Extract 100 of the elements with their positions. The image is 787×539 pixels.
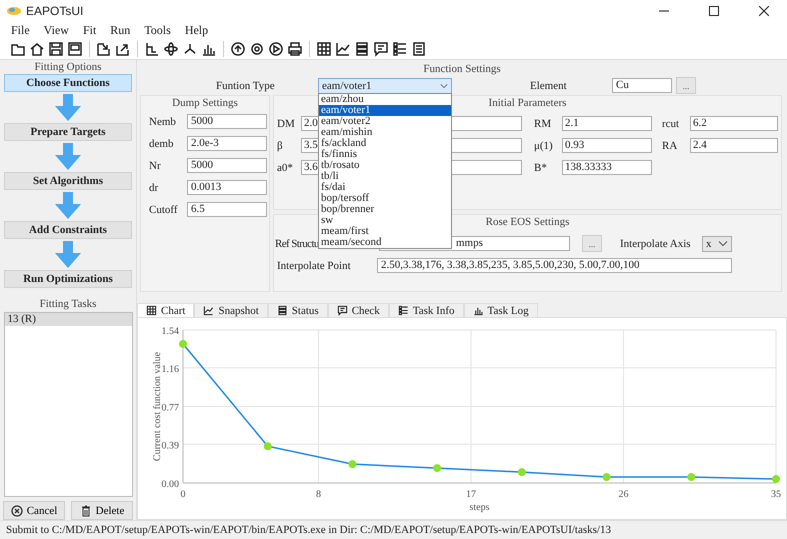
circle-x-icon — [10, 504, 23, 516]
input-field[interactable]: 2.50,3.38,176, 3.38,3.85,235, 3.85,5.00,230, 5.00,7.00,100 — [377, 258, 732, 273]
tab[interactable]: Task Log — [464, 303, 538, 317]
comment-icon[interactable] — [373, 40, 389, 56]
dropdown-option[interactable]: tb/rosato — [319, 160, 451, 171]
menu-item[interactable]: Help — [178, 22, 216, 38]
input-field[interactable]: 6.5 — [187, 202, 267, 217]
step-button[interactable]: Add Constraints — [4, 221, 132, 239]
step-button[interactable]: Choose Functions — [4, 74, 132, 92]
x-axis-title: steps — [470, 502, 490, 513]
input-field[interactable]: 5000 — [187, 158, 267, 173]
data-point — [348, 460, 356, 468]
step-button[interactable]: Prepare Targets — [4, 123, 132, 141]
field-label: Ref Structu — [275, 238, 319, 250]
dropdown-option[interactable]: fs/ackland — [319, 138, 451, 149]
line-chart-icon — [203, 305, 214, 316]
input-field[interactable]: 2.0e-3 — [187, 136, 267, 151]
dropdown-option[interactable]: eam/zhou — [319, 94, 451, 105]
group-title: Dump Settings — [172, 96, 238, 110]
axis-icon[interactable] — [144, 40, 160, 56]
data-point — [433, 464, 442, 472]
y-axis-title: Current cost function value — [152, 352, 163, 462]
list-icon — [398, 305, 409, 316]
input-field[interactable]: 0.93 — [562, 138, 652, 153]
data-point — [602, 473, 611, 482]
grid-icon[interactable] — [316, 40, 332, 56]
input-field[interactable]: 6.2 — [690, 116, 778, 131]
group-title: Rose EOS Settings — [486, 215, 570, 229]
field-label: Element — [530, 80, 568, 92]
field-label: rcut — [661, 118, 680, 130]
grid-icon — [146, 305, 157, 316]
cancel-button[interactable]: Cancel — [3, 501, 65, 520]
close-icon[interactable] — [759, 6, 769, 16]
atom-icon[interactable] — [163, 40, 179, 56]
dropdown-option[interactable]: tb/li — [319, 171, 451, 182]
field-label: DM — [277, 118, 296, 130]
browse-button[interactable]: ... — [676, 77, 696, 94]
task-item[interactable]: 13 (R) — [4, 313, 132, 326]
input-field[interactable]: 5000 — [187, 114, 267, 129]
input-field[interactable]: 0.0013 — [187, 180, 267, 195]
x-tick-label: 0 — [180, 489, 186, 500]
element-field[interactable]: Cu — [612, 78, 672, 93]
menu-item[interactable]: Run — [103, 22, 138, 38]
tab[interactable]: Snapshot — [194, 303, 268, 317]
y-tick-label: 1.54 — [162, 326, 179, 337]
list-block-icon[interactable] — [354, 40, 370, 56]
save-icon[interactable] — [48, 40, 64, 56]
down-arrow-icon — [55, 94, 81, 121]
axis-dropdown[interactable]: x — [702, 236, 732, 252]
menu-item[interactable]: View — [36, 22, 76, 38]
field-label: Interpolate Axis — [620, 238, 692, 250]
tab[interactable]: Status — [268, 303, 328, 317]
browse-button[interactable]: ... — [582, 235, 602, 252]
maximize-icon[interactable] — [709, 6, 719, 16]
dropdown-option[interactable]: eam/voter2 — [319, 116, 451, 127]
document-icon[interactable] — [411, 40, 427, 56]
field-label: Nemb — [149, 116, 177, 128]
step-button[interactable]: Run Optimizations — [4, 270, 132, 288]
dropdown-option[interactable]: bop/brenner — [319, 204, 451, 215]
input-field[interactable]: 138.33333 — [562, 160, 652, 175]
home-icon[interactable] — [29, 40, 45, 56]
field-label: β — [277, 140, 284, 152]
input-field[interactable]: 2.1 — [562, 116, 652, 131]
input-field[interactable]: 2.4 — [690, 138, 778, 153]
step-button[interactable]: Set Algorithms — [4, 172, 132, 190]
data-point — [772, 475, 780, 484]
menu-item[interactable]: Tools — [137, 22, 178, 38]
x-tick-label: 8 — [316, 489, 322, 500]
field-label: Nr — [149, 160, 162, 172]
field-label: Funtion Type — [216, 80, 276, 92]
down-arrow-icon — [55, 192, 81, 219]
dropdown-option[interactable]: fs/dai — [319, 182, 451, 193]
dropdown-option[interactable]: eam/voter1 — [319, 105, 451, 116]
caret-icon — [718, 240, 728, 247]
import-icon[interactable] — [96, 40, 112, 56]
play-icon[interactable] — [268, 40, 284, 56]
menu-item[interactable]: File — [4, 22, 37, 38]
dropdown-option[interactable]: bop/tersoff — [319, 193, 451, 204]
field-label: dr — [149, 182, 160, 194]
dropdown-option[interactable]: eam/mishin — [319, 127, 451, 138]
menu-item[interactable]: Fit — [76, 22, 104, 38]
down-arrow-icon — [55, 241, 81, 268]
data-point — [687, 473, 696, 482]
tab[interactable]: Task Info — [388, 303, 464, 317]
tab[interactable]: Check — [328, 303, 389, 317]
delete-button[interactable]: Delete — [71, 501, 133, 520]
dropdown-option[interactable]: fs/finnis — [319, 149, 451, 160]
dropdown-option[interactable]: meam/first — [319, 226, 451, 237]
dropdown-option[interactable]: sw — [319, 215, 451, 226]
panel-icon[interactable] — [67, 40, 83, 56]
line-chart-icon[interactable] — [335, 40, 351, 56]
trash-icon — [80, 504, 92, 516]
list-icon[interactable] — [392, 40, 408, 56]
bar-chart-icon — [472, 305, 484, 316]
printer-icon[interactable] — [287, 40, 303, 56]
y-tick-label: 1.16 — [162, 364, 179, 375]
tab[interactable]: Chart — [137, 303, 194, 317]
y-tick-label: 0.00 — [162, 479, 179, 490]
function-type-dropdown[interactable]: eam/voter1 — [318, 78, 452, 94]
field-label: a0* — [277, 162, 294, 174]
